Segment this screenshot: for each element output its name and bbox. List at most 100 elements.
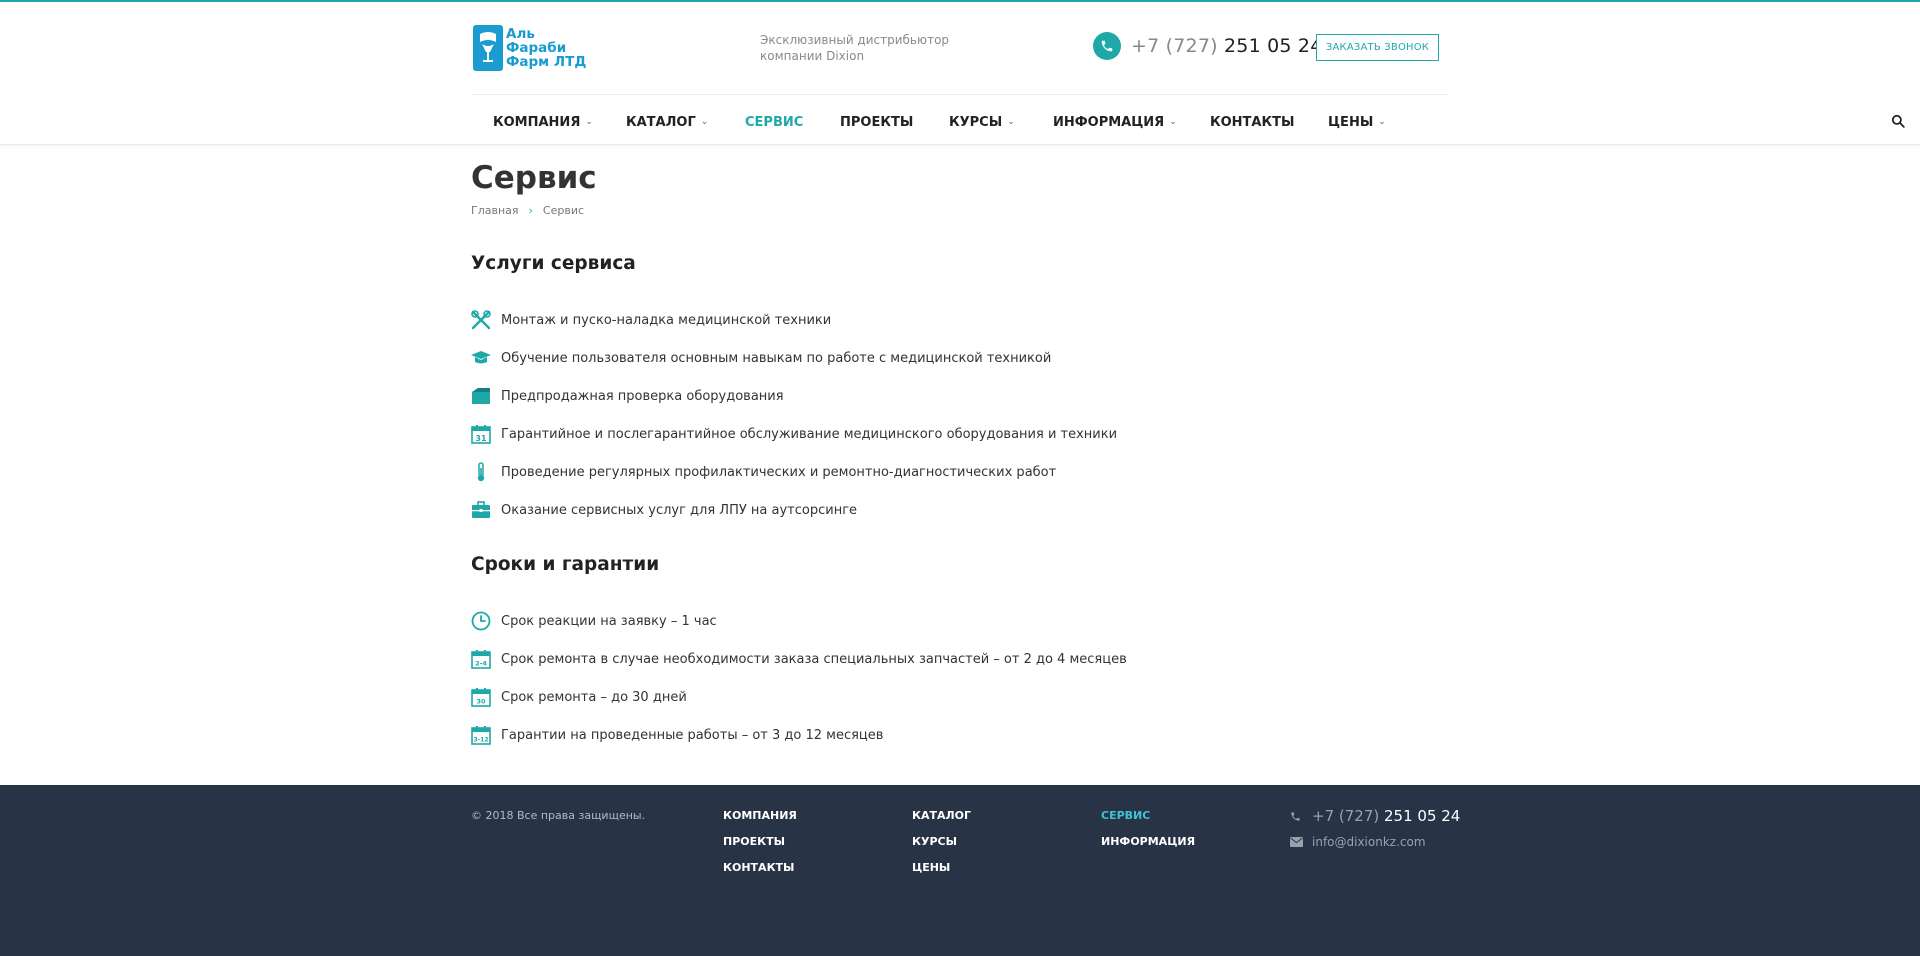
list-item-text: Срок реакции на заявку – 1 час [501, 613, 717, 629]
list-item: 3-12 Гарантии на проведенные работы – от… [471, 716, 1127, 754]
chevron-right-icon: › [528, 204, 533, 217]
list-item-text: Гарантийное и послегарантийное обслужива… [501, 426, 1118, 442]
phone-icon [1290, 811, 1304, 822]
breadcrumb: Главная › Сервис [471, 204, 1451, 217]
footer-link-catalog[interactable]: КАТАЛОГ [912, 809, 971, 835]
nav-item-label: КОНТАКТЫ [1210, 114, 1295, 130]
calendar-badge-text: 30 [476, 698, 486, 706]
list-item: 30 Срок ремонта – до 30 дней [471, 678, 1127, 716]
nav-item-label: СЕРВИС [745, 114, 804, 130]
list-item-text: Оказание сервисных услуг для ЛПУ на аутс… [501, 502, 858, 518]
list-item: Монтаж и пуско-наладка медицинской техни… [471, 301, 1117, 339]
nav-item-label: КУРСЫ [949, 114, 1003, 130]
list-item-text: Проведение регулярных профилактических и… [501, 464, 1057, 480]
box-icon [471, 386, 491, 406]
list-item: Обучение пользователя основным навыкам п… [471, 339, 1117, 377]
nav-item-prices[interactable]: ЦЕНЫ ⌄ [1328, 115, 1386, 130]
footer-link-information[interactable]: ИНФОРМАЦИЯ [1101, 835, 1195, 861]
thermometer-icon [471, 462, 491, 482]
nav-item-company[interactable]: КОМПАНИЯ ⌄ [493, 115, 593, 130]
footer-nav-col-3: СЕРВИС ИНФОРМАЦИЯ [1101, 809, 1195, 861]
copyright: © 2018 Все права защищены. [471, 809, 646, 822]
breadcrumb-current: Сервис [542, 204, 585, 217]
main-content: Сервис Главная › Сервис Услуги сервиса М… [471, 160, 1451, 745]
footer-link-prices[interactable]: ЦЕНЫ [912, 861, 971, 887]
nav-item-service[interactable]: СЕРВИС [745, 115, 803, 130]
footer-phone-digits: 251 05 24 [1384, 807, 1461, 825]
footer-phone-code: +7 (727) [1312, 807, 1380, 825]
chevron-down-icon: ⌄ [585, 117, 593, 127]
header-phone-number: +7 (727) 251 05 24 [1131, 35, 1323, 57]
clock-icon [471, 611, 491, 631]
terms-section: Сроки и гарантии Срок реакции на заявку … [471, 554, 1127, 754]
footer-nav-col-1: КОМПАНИЯ ПРОЕКТЫ КОНТАКТЫ [723, 809, 797, 887]
list-item-text: Гарантии на проведенные работы – от 3 до… [501, 727, 884, 743]
nav-item-contacts[interactable]: КОНТАКТЫ [1210, 115, 1294, 130]
list-item: Оказание сервисных услуг для ЛПУ на аутс… [471, 491, 1117, 529]
order-callback-button[interactable]: ЗАКАЗАТЬ ЗВОНОК [1316, 34, 1439, 61]
terms-title: Сроки и гарантии [471, 554, 660, 575]
briefcase-icon [471, 500, 491, 520]
nav-item-label: ЦЕНЫ [1328, 114, 1374, 130]
footer-phone[interactable]: +7 (727) 251 05 24 [1290, 807, 1460, 825]
list-item-text: Срок ремонта – до 30 дней [501, 689, 687, 705]
nav-item-projects[interactable]: ПРОЕКТЫ [840, 115, 913, 130]
header-phone[interactable]: +7 (727) 251 05 24 [1093, 32, 1323, 60]
calendar-badge-text: 2-4 [475, 660, 487, 668]
tools-icon [471, 310, 491, 330]
header-phone-code: +7 (727) [1131, 35, 1218, 57]
footer-link-courses[interactable]: КУРСЫ [912, 835, 971, 861]
list-item-text: Монтаж и пуско-наладка медицинской техни… [501, 312, 832, 328]
logo-line-2: Фараби [506, 40, 567, 56]
distributor-line-1: Эксклюзивный дистрибьютор [760, 33, 950, 47]
logo-line-1: Аль [506, 26, 535, 42]
logo-line-3: Фарм ЛТД [506, 54, 587, 70]
list-item: 31 Гарантийное и послегарантийное обслуж… [471, 415, 1117, 453]
footer-link-service[interactable]: СЕРВИС [1101, 809, 1195, 835]
breadcrumb-home-link[interactable]: Главная [471, 204, 519, 217]
logo-text: Аль Фараби Фарм ЛТД [506, 27, 586, 69]
site-header: Аль Фараби Фарм ЛТД Эксклюзивный дистриб… [0, 2, 1920, 145]
header-divider [473, 94, 1449, 95]
services-section: Услуги сервиса Монтаж и пуско-наладка ме… [471, 253, 1117, 529]
distributor-tagline: Эксклюзивный дистрибьютор компании Dixio… [760, 32, 960, 64]
calendar-31-icon: 31 [471, 424, 491, 444]
nav-item-information[interactable]: ИНФОРМАЦИЯ ⌄ [1053, 115, 1177, 130]
phone-icon [1093, 32, 1121, 60]
footer-email-text: info@dixionkz.com [1312, 835, 1426, 849]
services-list: Монтаж и пуско-наладка медицинской техни… [471, 301, 1117, 529]
svg-text:31: 31 [475, 434, 487, 443]
list-item-text: Срок ремонта в случае необходимости зака… [501, 651, 1127, 667]
chevron-down-icon: ⌄ [1169, 117, 1177, 127]
page-title: Сервис [471, 160, 597, 196]
nav-item-label: ИНФОРМАЦИЯ [1053, 114, 1165, 130]
nav-item-catalog[interactable]: КАТАЛОГ ⌄ [626, 115, 708, 130]
nav-item-label: ПРОЕКТЫ [840, 114, 914, 130]
nav-item-label: КАТАЛОГ [626, 114, 696, 130]
list-item: 2-4 Срок ремонта в случае необходимости … [471, 640, 1127, 678]
calendar-3-12-icon: 3-12 [471, 725, 491, 745]
services-title: Услуги сервиса [471, 253, 636, 274]
terms-list: Срок реакции на заявку – 1 час 2-4 Срок … [471, 602, 1127, 754]
footer-contacts: +7 (727) 251 05 24 info@dixionkz.com [1290, 807, 1460, 849]
footer-email[interactable]: info@dixionkz.com [1290, 835, 1460, 849]
calendar-badge-text: 3-12 [473, 737, 488, 744]
footer-link-projects[interactable]: ПРОЕКТЫ [723, 835, 797, 861]
list-item-text: Обучение пользователя основным навыкам п… [501, 350, 1052, 366]
list-item-text: Предпродажная проверка оборудования [501, 388, 784, 404]
header-phone-digits: 251 05 24 [1224, 35, 1323, 57]
site-footer: © 2018 Все права защищены. КОМПАНИЯ ПРОЕ… [0, 785, 1920, 956]
main-nav: КОМПАНИЯ ⌄ КАТАЛОГ ⌄ СЕРВИС ПРОЕКТЫ КУРСЫ ⌄… [473, 102, 1905, 142]
footer-link-contacts[interactable]: КОНТАКТЫ [723, 861, 797, 887]
graduation-cap-icon [471, 348, 491, 368]
search-icon[interactable] [1891, 113, 1905, 132]
chevron-down-icon: ⌄ [700, 117, 709, 127]
footer-link-company[interactable]: КОМПАНИЯ [723, 809, 797, 835]
calendar-2-4-icon: 2-4 [471, 649, 491, 669]
envelope-icon [1290, 837, 1304, 847]
chevron-down-icon: ⌄ [1378, 117, 1386, 127]
nav-item-label: КОМПАНИЯ [493, 114, 581, 130]
logo[interactable]: Аль Фараби Фарм ЛТД [473, 22, 593, 74]
nav-item-courses[interactable]: КУРСЫ ⌄ [949, 115, 1015, 130]
calendar-30-icon: 30 [471, 687, 491, 707]
